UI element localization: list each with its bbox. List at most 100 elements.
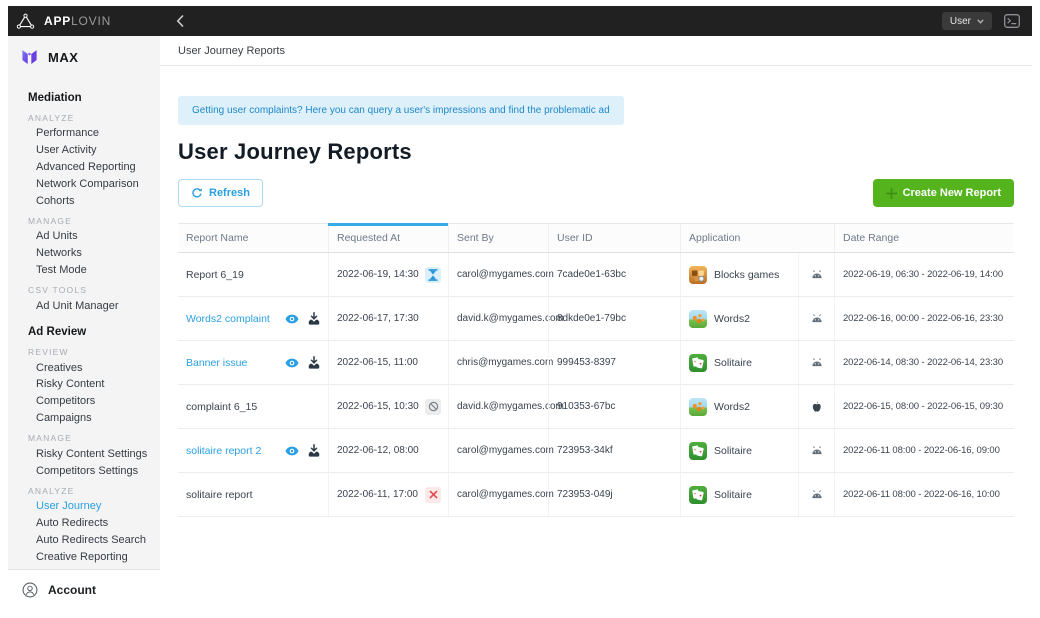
- sidebar-section-manage: MANAGE: [8, 214, 160, 228]
- sidebar-item-auto-redirects[interactable]: Auto Redirects: [8, 515, 160, 532]
- sidebar-item-risky-content[interactable]: Risky Content: [8, 376, 160, 393]
- table-row: solitaire report 2 2022-06-12, 08:00 carol…: [178, 429, 1014, 473]
- user-id-value: 723953-34kf: [557, 445, 613, 456]
- refresh-icon: [191, 187, 203, 199]
- download-report-icon[interactable]: [308, 444, 320, 457]
- view-report-icon[interactable]: [285, 446, 299, 456]
- column-header-date-range[interactable]: Date Range: [834, 224, 1014, 252]
- top-bar: APPLOVIN User: [8, 6, 1032, 36]
- table-row: solitaire report 2022-06-11, 17:00 carol@m…: [178, 473, 1014, 517]
- account-icon: [22, 582, 38, 598]
- applovin-wordmark: APPLOVIN: [44, 14, 111, 28]
- report-name-link[interactable]: Banner issue: [186, 357, 247, 369]
- android-icon: [811, 489, 823, 500]
- requested-at-value: 2022-06-12, 08:00: [337, 445, 419, 456]
- date-range-value: 2022-06-16, 00:00 - 2022-06-16, 23:30: [843, 313, 1003, 324]
- download-report-icon[interactable]: [308, 356, 320, 369]
- sidebar-item-campaigns[interactable]: Campaigns: [8, 410, 160, 427]
- status-cancelled-icon: [425, 399, 441, 415]
- table-row: Banner issue2022-06-15, 11:00chris@mygam…: [178, 341, 1014, 385]
- create-new-report-button[interactable]: Create New Report: [873, 179, 1014, 207]
- table-row: complaint 6_152022-06-15, 10:30david.k@m…: [178, 385, 1014, 429]
- status-failed-icon: [425, 487, 441, 503]
- sidebar-item-ad-unit-manager[interactable]: Ad Unit Manager: [8, 297, 160, 314]
- sidebar-nav: MediationANALYZEPerformanceUser Activity…: [8, 76, 160, 569]
- view-report-icon[interactable]: [285, 358, 299, 368]
- app-icon-solitaire: [689, 442, 707, 460]
- date-range-value: 2022-06-15, 08:00 - 2022-06-15, 09:30: [843, 401, 1003, 412]
- user-id-value: 723953-049j: [557, 489, 613, 500]
- column-header-sent-by[interactable]: Sent By: [448, 224, 548, 252]
- column-header-requested-at[interactable]: Requested At: [328, 224, 448, 252]
- column-header-application[interactable]: Application: [680, 224, 834, 252]
- sidebar-item-network-comparison[interactable]: Network Comparison: [8, 175, 160, 192]
- application-name: Words2: [714, 401, 750, 413]
- account-row[interactable]: Account: [8, 569, 160, 612]
- sent-by-value: carol@mygames.com: [457, 489, 554, 500]
- max-logo-icon: [19, 47, 40, 67]
- user-menu-button[interactable]: User: [942, 12, 992, 30]
- android-icon: [811, 445, 823, 456]
- app-icon-blocks: [689, 266, 707, 284]
- sent-by-value: carol@mygames.com: [457, 269, 554, 280]
- applovin-brand: APPLOVIN: [8, 13, 160, 30]
- app-icon-words: [689, 310, 707, 328]
- main-area: User Journey Reports Getting user compla…: [160, 36, 1032, 612]
- table-row: Report 6_192022-06-19, 14:30carol@mygame…: [178, 253, 1014, 297]
- sidebar-section-csv-tools: CSV TOOLS: [8, 283, 160, 297]
- app-icon-solitaire: [689, 486, 707, 504]
- requested-at-value: 2022-06-11, 17:00: [337, 489, 418, 500]
- requested-at-value: 2022-06-19, 14:30: [337, 269, 419, 280]
- terminal-icon: [1004, 14, 1020, 28]
- sidebar-item-user-activity[interactable]: User Activity: [8, 142, 160, 159]
- user-id-value: 7cade0e1-63bc: [557, 269, 626, 280]
- user-id-value: 999453-8397: [557, 357, 616, 368]
- sidebar-item-cohorts[interactable]: Cohorts: [8, 192, 160, 209]
- refresh-label: Refresh: [209, 187, 250, 199]
- sidebar-item-ad-review[interactable]: Ad Review: [8, 323, 160, 340]
- breadcrumb-bar: User Journey Reports: [160, 36, 1032, 66]
- view-report-icon[interactable]: [285, 314, 299, 324]
- sidebar-item-competitors[interactable]: Competitors: [8, 393, 160, 410]
- app-icon-solitaire: [689, 354, 707, 372]
- sidebar-item-networks[interactable]: Networks: [8, 245, 160, 262]
- sidebar-item-auto-redirects-search[interactable]: Auto Redirects Search: [8, 532, 160, 549]
- application-name: Words2: [714, 313, 750, 325]
- date-range-value: 2022-06-11 08:00 - 2022-06-16, 10:00: [843, 489, 1000, 500]
- report-name-link[interactable]: Words2 complaint: [186, 313, 270, 325]
- max-product-header[interactable]: MAX: [8, 36, 160, 76]
- chevron-down-icon: [977, 19, 984, 24]
- back-button[interactable]: [176, 15, 184, 27]
- column-header-user-id[interactable]: User ID: [548, 224, 680, 252]
- sort-indicator: [328, 223, 448, 226]
- sidebar-item-risky-content-settings[interactable]: Risky Content Settings: [8, 445, 160, 462]
- date-range-value: 2022-06-14, 08:30 - 2022-06-14, 23:30: [843, 357, 1003, 368]
- sidebar-section-review: REVIEW: [8, 345, 160, 359]
- report-name-text: complaint 6_15: [186, 401, 257, 413]
- info-banner: Getting user complaints? Here you can qu…: [178, 96, 624, 125]
- sidebar-item-creative-reporting[interactable]: Creative Reporting: [8, 548, 160, 565]
- download-report-icon[interactable]: [308, 312, 320, 325]
- app-window: APPLOVIN User MAX MediationANALYZEPerfor: [8, 6, 1032, 612]
- column-header-report-name[interactable]: Report Name: [178, 224, 328, 252]
- app-icon-words: [689, 398, 707, 416]
- sidebar-item-test-mode[interactable]: Test Mode: [8, 262, 160, 279]
- sidebar-item-performance[interactable]: Performance: [8, 125, 160, 142]
- report-name-link[interactable]: solitaire report 2: [186, 445, 261, 457]
- sidebar-item-ad-units[interactable]: Ad Units: [8, 228, 160, 245]
- sidebar-item-competitors-settings[interactable]: Competitors Settings: [8, 462, 160, 479]
- sidebar-item-advanced-reporting[interactable]: Advanced Reporting: [8, 159, 160, 176]
- sent-by-value: chris@mygames.com: [457, 357, 553, 368]
- sidebar-item-user-journey[interactable]: User Journey: [8, 498, 160, 515]
- report-name-text: solitaire report: [186, 489, 253, 501]
- application-name: Blocks games: [714, 269, 779, 281]
- reports-table: Report NameRequested AtSent ByUser IDApp…: [178, 223, 1014, 517]
- status-pending-icon: [425, 267, 441, 283]
- refresh-button[interactable]: Refresh: [178, 179, 263, 207]
- chevron-left-icon: [176, 15, 184, 27]
- sent-by-value: carol@mygames.com: [457, 445, 554, 456]
- applovin-logo-icon: [16, 13, 35, 30]
- sidebar-item-creatives[interactable]: Creatives: [8, 359, 160, 376]
- dev-console-button[interactable]: [1004, 14, 1020, 28]
- sidebar-item-mediation[interactable]: Mediation: [8, 89, 160, 106]
